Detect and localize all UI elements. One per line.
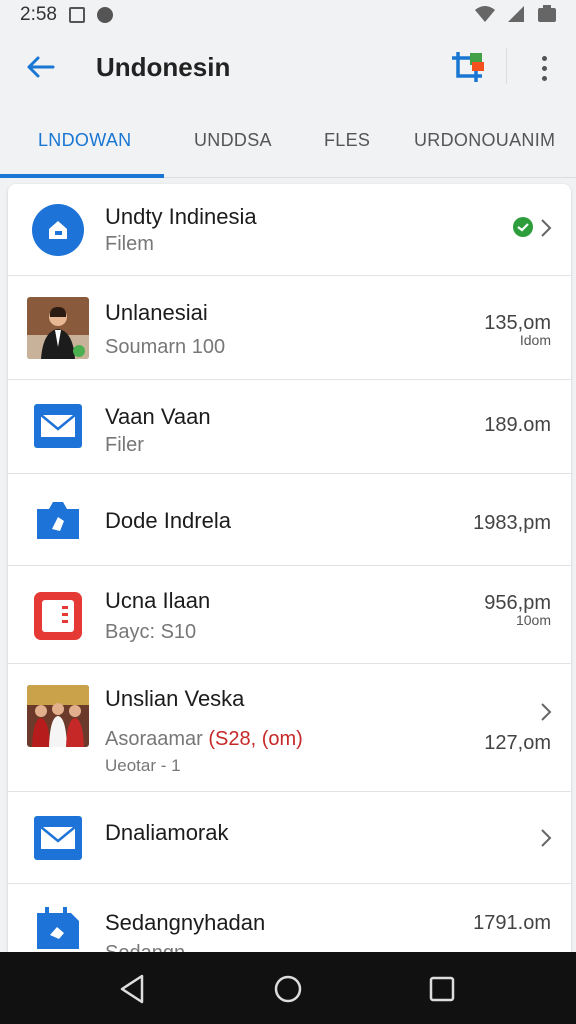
profile-photo bbox=[26, 296, 90, 360]
calendar-icon bbox=[26, 896, 90, 952]
system-nav-bar bbox=[0, 952, 576, 1024]
file-list: Undty Indinesia Filem Unlanesiai Soumarn… bbox=[8, 184, 571, 952]
status-bar: 2:58 bbox=[0, 0, 576, 30]
notification-icon bbox=[68, 7, 85, 23]
item-subtitle: Filer bbox=[105, 434, 144, 456]
group-photo bbox=[26, 684, 90, 748]
tab-bar: LNDOWAN UNDDSA FLES URDONOUANIM bbox=[0, 106, 576, 178]
list-item[interactable]: Dnaliamorak bbox=[8, 792, 571, 884]
item-subtitle: Bayc: S10 bbox=[105, 621, 197, 643]
item-time: 189.om bbox=[484, 414, 551, 436]
item-title: Dode Indrela bbox=[105, 508, 231, 533]
active-tab-indicator bbox=[0, 174, 164, 178]
app-bar: Undonesin bbox=[0, 30, 576, 106]
item-title: Unslian Veska bbox=[105, 686, 245, 711]
check-badge-icon bbox=[513, 217, 533, 237]
item-title: Ucna Ilaan bbox=[105, 588, 211, 613]
tab-urdonouanim[interactable]: URDONOUANIM bbox=[414, 130, 555, 151]
battery-icon bbox=[538, 5, 556, 22]
chevron-right-icon bbox=[541, 829, 552, 847]
nav-home-icon[interactable] bbox=[271, 972, 305, 1006]
chevron-right-icon bbox=[541, 219, 552, 237]
crop-button[interactable] bbox=[448, 48, 488, 88]
list-item[interactable]: Sedangnyhadan Sedangn 1791.om bbox=[8, 884, 571, 952]
status-time: 2:58 bbox=[20, 4, 57, 25]
item-title: Unlanesiai bbox=[105, 300, 208, 325]
list-item[interactable]: Ucna Ilaan Bayc: S10 956,pm 10om bbox=[8, 566, 571, 664]
item-subtitle: Sedangn bbox=[105, 942, 185, 952]
mail-icon bbox=[26, 806, 90, 870]
toolbar-divider bbox=[506, 48, 507, 84]
mail-icon bbox=[26, 394, 90, 458]
item-time: 1983,pm bbox=[473, 512, 551, 534]
home-icon bbox=[26, 198, 90, 262]
item-title: Sedangnyhadan bbox=[105, 910, 266, 935]
item-time-secondary: Idom bbox=[519, 332, 551, 348]
chevron-right-icon bbox=[541, 703, 552, 721]
list-item[interactable]: Dode Indrela 1983,pm bbox=[8, 474, 571, 566]
list-item[interactable]: Unlanesiai Soumarn 100 135,om Idom bbox=[8, 276, 571, 380]
status-indicators bbox=[464, 4, 558, 24]
list-item[interactable]: Vaan Vaan Filer 189.om bbox=[8, 380, 571, 474]
item-title: Dnaliamorak bbox=[105, 820, 229, 845]
wifi-icon bbox=[475, 6, 495, 22]
item-price: (S28, (om) bbox=[208, 728, 303, 750]
item-subtitle: Asoraamar (S28, (om) bbox=[105, 728, 303, 751]
crop-icon bbox=[452, 52, 484, 82]
nav-back-icon[interactable] bbox=[116, 972, 150, 1006]
list-item[interactable]: Undty Indinesia Filem bbox=[8, 184, 571, 276]
item-time: 127,om bbox=[484, 732, 551, 754]
item-time-secondary: 10om bbox=[515, 612, 551, 628]
document-icon bbox=[26, 584, 90, 648]
item-subtitle: Filem bbox=[105, 233, 154, 255]
item-title: Vaan Vaan bbox=[105, 404, 211, 429]
camera-icon bbox=[26, 488, 90, 552]
item-time: 1791.om bbox=[473, 912, 551, 934]
back-button[interactable] bbox=[20, 50, 60, 84]
more-options-button[interactable] bbox=[530, 48, 558, 88]
item-subtitle-text: Asoraamar bbox=[105, 728, 203, 750]
message-icon bbox=[96, 7, 113, 23]
list-item[interactable]: Unslian Veska Asoraamar (S28, (om) Ueota… bbox=[8, 664, 571, 792]
item-meta: Ueotar - 1 bbox=[105, 756, 181, 775]
item-title: Undty Indinesia bbox=[105, 204, 257, 229]
nav-recents-icon[interactable] bbox=[425, 972, 459, 1006]
page-title: Undonesin bbox=[96, 52, 231, 82]
arrow-back-icon bbox=[27, 56, 55, 78]
tab-fles[interactable]: FLES bbox=[324, 130, 370, 151]
item-subtitle: Soumarn 100 bbox=[105, 336, 226, 358]
tab-unddsa[interactable]: UNDDSA bbox=[194, 130, 272, 151]
signal-icon bbox=[508, 6, 524, 22]
tab-lndowan[interactable]: LNDOWAN bbox=[38, 130, 131, 151]
